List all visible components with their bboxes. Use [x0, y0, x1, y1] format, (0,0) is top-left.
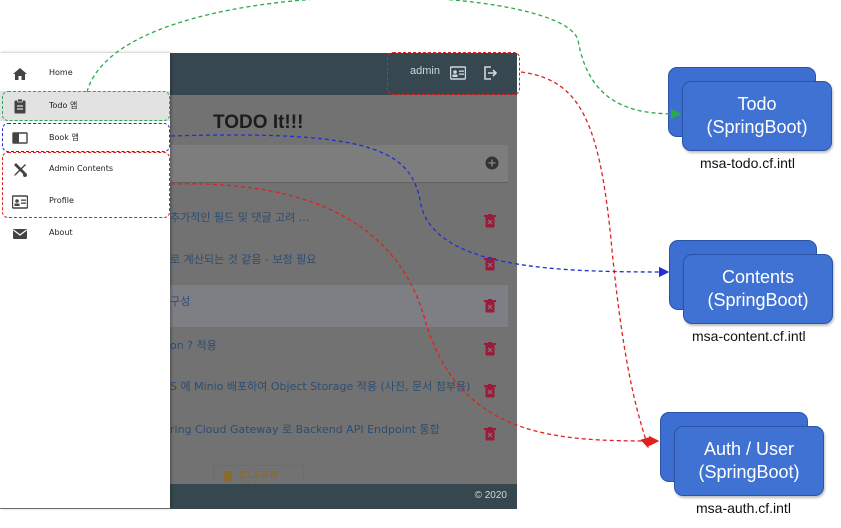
home-icon: [13, 68, 27, 80]
arrow-user-auth: [520, 71, 651, 449]
todo-text: S 에 Minio 배포하여 Object Storage 적용 (사진, 문서…: [170, 380, 471, 393]
service-auth: Auth / User (SpringBoot): [660, 412, 824, 512]
mail-icon: [13, 229, 27, 239]
add-circle-icon[interactable]: [485, 156, 499, 170]
copyright-text: © 2020: [474, 490, 507, 501]
service-name: Auth / User: [703, 439, 795, 459]
nav-item-about[interactable]: About: [0, 219, 170, 249]
todo-text: ring Cloud Gateway 로 Backend API Endpoin…: [170, 423, 440, 436]
service-framework: (SpringBoot): [707, 290, 809, 310]
new-todo-input[interactable]: [170, 145, 508, 183]
service-todo: Todo (SpringBoot): [668, 67, 832, 167]
trash-icon[interactable]: [484, 384, 496, 398]
service-host: msa-content.cf.intl: [692, 328, 806, 344]
app-title: TODO It!!!: [213, 112, 304, 133]
todo-text: 로 계산되는 것 같음 - 보정 필요: [170, 253, 317, 266]
trash-icon[interactable]: [484, 342, 496, 356]
trash-icon: [223, 471, 233, 482]
nav-label: Home: [49, 68, 73, 77]
trash-icon[interactable]: [484, 427, 496, 441]
service-framework: (SpringBoot): [698, 462, 800, 482]
todo-text: 추가적인 필드 및 댓글 고려 ...: [170, 211, 310, 224]
service-box: Contents (SpringBoot): [683, 254, 833, 324]
nav-item-home[interactable]: Home: [0, 59, 170, 89]
trash-icon[interactable]: [484, 299, 496, 313]
trash-icon[interactable]: [484, 257, 496, 271]
nav-drawer: Home Todo 앱 Book 앱 Admin Contents Profil…: [0, 53, 170, 508]
highlight-admin-profile-menu: [2, 152, 170, 218]
list-item[interactable]: ring Cloud Gateway 로 Backend API Endpoin…: [170, 414, 508, 454]
service-framework: (SpringBoot): [706, 117, 808, 137]
list-item[interactable]: S 에 Minio 배포하여 Object Storage 적용 (사진, 문서…: [170, 372, 508, 412]
app-footer: © 2020: [170, 484, 517, 509]
service-name: Todo: [737, 94, 777, 114]
service-host: msa-auth.cf.intl: [696, 500, 791, 516]
highlight-book-menu: [2, 123, 170, 152]
nav-label: About: [49, 228, 73, 237]
trash-icon[interactable]: [484, 214, 496, 228]
highlight-todo-menu: [2, 91, 170, 121]
service-box: Auth / User (SpringBoot): [674, 426, 824, 496]
service-contents: Contents (SpringBoot): [669, 240, 833, 340]
highlight-topbar-user: [387, 52, 520, 95]
list-item[interactable]: 로 계산되는 것 같음 - 보정 필요: [170, 243, 508, 283]
list-item[interactable]: 추가적인 필드 및 댓글 고려 ...: [170, 200, 508, 240]
list-item[interactable]: on ? 적용: [170, 330, 508, 370]
clear-all-button[interactable]: CLEAR ALL: [213, 465, 304, 492]
todo-text: on ? 적용: [170, 339, 217, 352]
service-box: Todo (SpringBoot): [682, 81, 832, 151]
todo-text: 구성: [170, 295, 191, 308]
service-host: msa-todo.cf.intl: [700, 155, 795, 171]
list-item-selected[interactable]: 구성: [170, 285, 508, 327]
service-name: Contents: [721, 267, 795, 287]
